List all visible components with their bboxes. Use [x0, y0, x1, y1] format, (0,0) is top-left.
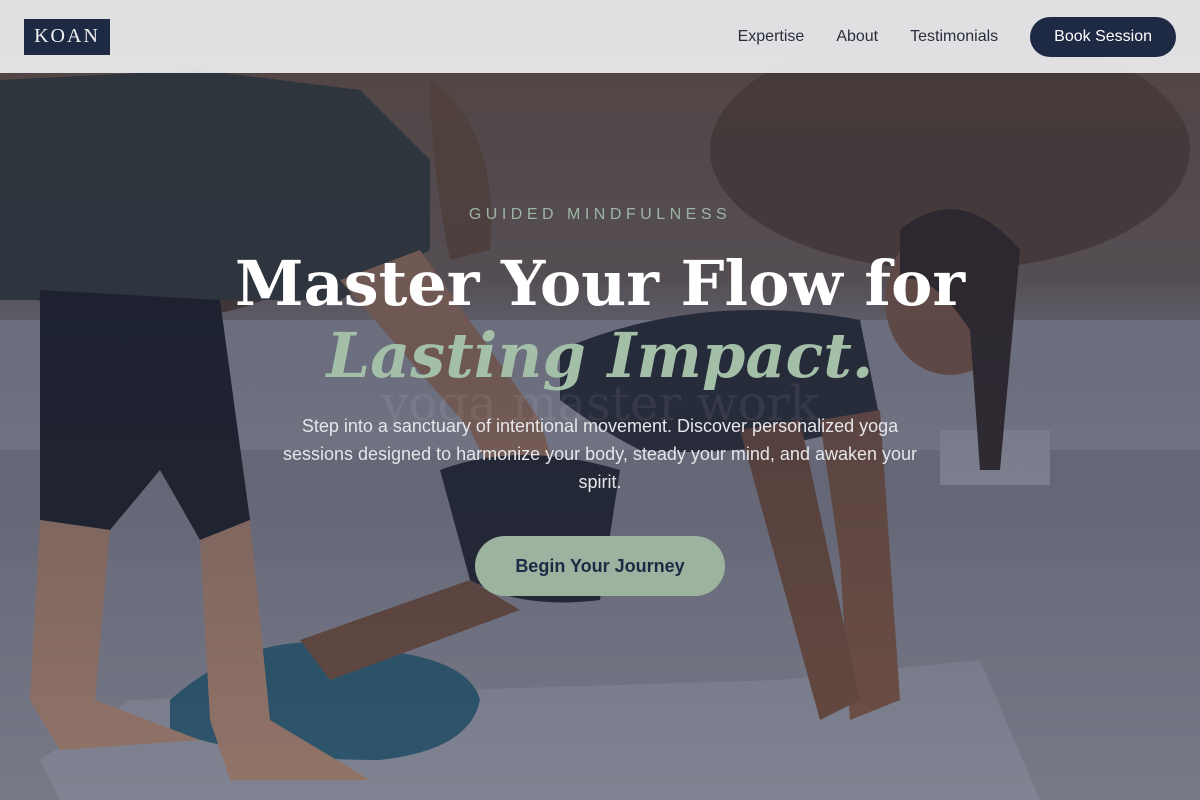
begin-journey-button[interactable]: Begin Your Journey: [475, 536, 725, 596]
hero-subtitle: Step into a sanctuary of intentional mov…: [282, 416, 918, 492]
hero-title-line2: Lasting Impact.: [326, 319, 874, 392]
hero-eyebrow: GUIDED MINDFULNESS: [468, 206, 732, 223]
hero-section: GUIDED MINDFULNESS Master Your Flow for …: [0, 0, 1200, 800]
hero-title-line1: Master Your Flow for: [234, 247, 966, 320]
